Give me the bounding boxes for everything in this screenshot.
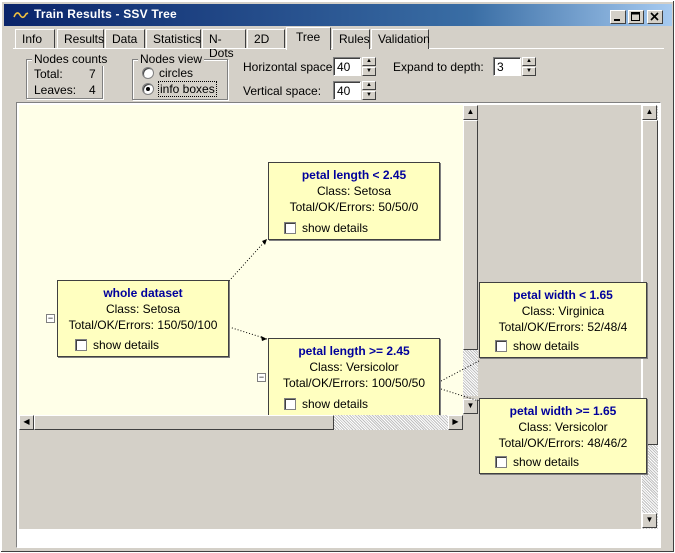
nodes-view-title: Nodes view	[138, 52, 205, 66]
minimize-button[interactable]	[610, 10, 626, 24]
spin-up-icon[interactable]: ▲	[362, 57, 376, 66]
close-button[interactable]	[647, 10, 663, 24]
circles-radio[interactable]	[142, 67, 154, 79]
train-results-window: Train Results - SSV Tree Info Results Da…	[0, 0, 675, 553]
scroll-down-icon[interactable]: ▼	[463, 399, 478, 414]
tree-node-petal-width-lt[interactable]: petal width < 1.65 Class: Virginica Tota…	[479, 282, 647, 358]
node-class: Class: Setosa	[316, 184, 392, 198]
node-counts: Total/OK/Errors: 100/50/50	[282, 376, 426, 390]
collapse-icon[interactable]: −	[257, 373, 266, 382]
show-details-checkbox[interactable]	[284, 222, 296, 234]
show-details-checkbox[interactable]	[284, 398, 296, 410]
inner-h-scroll-track[interactable]	[334, 415, 448, 430]
show-details-checkbox[interactable]	[495, 456, 507, 468]
tab-rules[interactable]: Rules	[332, 29, 370, 49]
node-title: petal width < 1.65	[513, 288, 613, 302]
spin-up-icon[interactable]: ▲	[362, 81, 376, 90]
node-title: petal width >= 1.65	[509, 404, 617, 418]
horizontal-space-label: Horizontal space:	[243, 60, 336, 74]
tree-canvas: whole dataset Class: Setosa Total/OK/Err…	[19, 105, 464, 415]
tree-node-petal-width-ge[interactable]: petal width >= 1.65 Class: Versicolor To…	[479, 398, 647, 474]
window-title: Train Results - SSV Tree	[34, 7, 177, 21]
show-details-label[interactable]: show details	[513, 339, 579, 353]
show-details-label[interactable]: show details	[302, 397, 368, 411]
horizontal-space-input[interactable]: 40	[333, 57, 361, 76]
scroll-left-icon[interactable]: ◀	[19, 415, 34, 430]
expand-depth-label: Expand to depth:	[393, 60, 484, 74]
info-boxes-label[interactable]: info boxes	[158, 81, 217, 97]
tab-n-dots[interactable]: N-Dots	[202, 29, 246, 60]
tab-label: Info	[22, 32, 43, 46]
total-value: 7	[89, 67, 96, 81]
tab-label: Rules	[339, 32, 370, 46]
circles-label[interactable]: circles	[159, 66, 193, 80]
inner-h-scroll-thumb[interactable]	[34, 415, 334, 430]
title-bar[interactable]: Train Results - SSV Tree	[4, 4, 672, 26]
tree-node-petal-length-ge[interactable]: petal length >= 2.45 Class: Versicolor T…	[268, 338, 440, 415]
leaves-value: 4	[89, 83, 96, 97]
nodes-counts-title: Nodes counts	[32, 52, 110, 66]
total-label: Total:	[34, 67, 63, 81]
node-counts: Total/OK/Errors: 48/46/2	[498, 436, 628, 450]
node-class: Class: Versicolor	[518, 420, 608, 434]
vertical-space-input[interactable]: 40	[333, 81, 361, 100]
spin-down-icon[interactable]: ▼	[362, 67, 376, 76]
node-counts: Total/OK/Errors: 52/48/4	[498, 320, 628, 334]
show-details-label[interactable]: show details	[513, 455, 579, 469]
tab-tree[interactable]: Tree	[286, 27, 331, 50]
node-counts: Total/OK/Errors: 50/50/0	[289, 200, 419, 214]
show-details-checkbox[interactable]	[75, 339, 87, 351]
spin-down-icon[interactable]: ▼	[362, 91, 376, 100]
scroll-up-icon[interactable]: ▲	[463, 105, 478, 120]
node-counts: Total/OK/Errors: 150/50/100	[68, 318, 218, 332]
vertical-space-label: Vertical space:	[243, 84, 322, 98]
tab-validation[interactable]: Validation	[371, 29, 430, 49]
leaves-label: Leaves:	[34, 83, 77, 97]
close-icon	[650, 12, 659, 21]
tab-data[interactable]: Data	[105, 29, 145, 49]
node-title: petal length < 2.45	[301, 168, 407, 182]
inner-horizontal-scrollbar[interactable]: ◀ ▶	[19, 415, 463, 430]
tab-label: Data	[112, 32, 138, 46]
outer-bottom-strip	[19, 529, 641, 543]
horizontal-space-spinner[interactable]: ▲ ▼	[362, 57, 376, 76]
spin-up-icon[interactable]: ▲	[522, 57, 536, 66]
expand-depth-input[interactable]: 3	[493, 57, 521, 76]
show-details-label[interactable]: show details	[302, 221, 368, 235]
tab-info[interactable]: Info	[15, 29, 55, 49]
tree-node-petal-length-lt[interactable]: petal length < 2.45 Class: Setosa Total/…	[268, 162, 440, 240]
overflow-connectors	[441, 360, 480, 401]
tab-label: Results	[64, 32, 105, 46]
scroll-up-icon[interactable]: ▲	[642, 105, 657, 120]
collapse-icon[interactable]: −	[46, 314, 55, 323]
tab-statistics[interactable]: Statistics	[146, 29, 201, 49]
scroll-down-icon[interactable]: ▼	[642, 513, 657, 528]
info-boxes-radio[interactable]	[142, 83, 154, 95]
expand-depth-spinner[interactable]: ▲ ▼	[522, 57, 536, 76]
show-details-label[interactable]: show details	[93, 338, 159, 352]
maximize-icon	[631, 12, 640, 21]
waveform-icon	[13, 12, 29, 19]
node-title: whole dataset	[103, 286, 183, 300]
show-details-checkbox[interactable]	[495, 340, 507, 352]
tree-node-root[interactable]: whole dataset Class: Setosa Total/OK/Err…	[57, 280, 229, 357]
node-class: Class: Virginica	[521, 304, 605, 318]
tab-label: N-Dots	[209, 32, 234, 60]
tab-label: 2D	[254, 32, 270, 46]
vertical-space-spinner[interactable]: ▲ ▼	[362, 81, 376, 100]
maximize-button[interactable]	[628, 10, 644, 24]
tab-2d[interactable]: 2D	[247, 29, 285, 49]
minimize-icon	[614, 19, 620, 21]
spin-down-icon[interactable]: ▼	[522, 67, 536, 76]
node-class: Class: Setosa	[105, 302, 181, 316]
tab-label: Statistics	[153, 32, 202, 46]
node-title: petal length >= 2.45	[298, 344, 410, 358]
tab-label: Validation	[378, 32, 430, 46]
tab-label: Tree	[296, 30, 321, 44]
node-class: Class: Versicolor	[309, 360, 399, 374]
scroll-right-icon[interactable]: ▶	[448, 415, 463, 430]
tab-results[interactable]: Results	[57, 29, 104, 49]
